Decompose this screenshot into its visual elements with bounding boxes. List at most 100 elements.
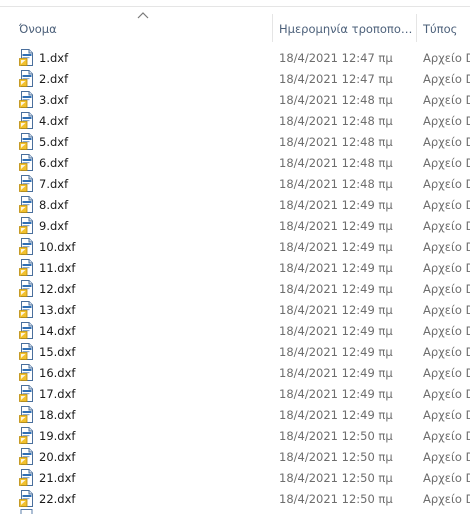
dxf-file-icon xyxy=(19,427,33,444)
dxf-file-icon xyxy=(19,154,33,171)
dxf-file-icon xyxy=(19,133,33,150)
file-row[interactable]: 14.dxf 18/4/2021 12:49 πμ Αρχείο D xyxy=(0,321,470,342)
file-type: Αρχείο D xyxy=(423,219,470,233)
file-name: 15.dxf xyxy=(39,345,76,359)
file-date-modified: 18/4/2021 12:50 πμ xyxy=(279,492,393,506)
file-date-modified: 18/4/2021 12:49 πμ xyxy=(279,387,393,401)
file-row[interactable]: 2.dxf 18/4/2021 12:47 πμ Αρχείο D xyxy=(0,69,470,90)
file-row[interactable]: 17.dxf 18/4/2021 12:49 πμ Αρχείο D xyxy=(0,384,470,405)
file-row[interactable]: 10.dxf 18/4/2021 12:49 πμ Αρχείο D xyxy=(0,237,470,258)
file-name: 21.dxf xyxy=(39,471,76,485)
file-date-modified: 18/4/2021 12:49 πμ xyxy=(279,282,393,296)
file-name: 5.dxf xyxy=(39,135,69,149)
file-row[interactable]: 20.dxf 18/4/2021 12:50 πμ Αρχείο D xyxy=(0,447,470,468)
column-header-date-modified[interactable]: Ημερομηνία τροποποί... xyxy=(279,14,413,42)
file-type: Αρχείο D xyxy=(423,345,470,359)
file-name: 10.dxf xyxy=(39,240,76,254)
file-row[interactable]: 7.dxf 18/4/2021 12:48 πμ Αρχείο D xyxy=(0,174,470,195)
dxf-file-icon xyxy=(19,343,33,360)
file-name: 16.dxf xyxy=(39,366,76,380)
dxf-file-icon xyxy=(19,175,33,192)
file-type: Αρχείο D xyxy=(423,492,470,506)
file-row[interactable]: 18.dxf 18/4/2021 12:49 πμ Αρχείο D xyxy=(0,405,470,426)
column-header-name[interactable]: Όνομα xyxy=(19,14,269,42)
file-type: Αρχείο D xyxy=(423,114,470,128)
file-type: Αρχείο D xyxy=(423,198,470,212)
file-type: Αρχείο D xyxy=(423,177,470,191)
file-row[interactable]: 5.dxf 18/4/2021 12:48 πμ Αρχείο D xyxy=(0,132,470,153)
file-name: 20.dxf xyxy=(39,450,76,464)
file-date-modified: 18/4/2021 12:50 πμ xyxy=(279,429,393,443)
column-header-type[interactable]: Τύπος xyxy=(423,14,470,42)
dxf-file-icon xyxy=(19,280,33,297)
dxf-file-icon xyxy=(19,49,33,66)
file-row[interactable]: 21.dxf 18/4/2021 12:50 πμ Αρχείο D xyxy=(0,468,470,489)
dxf-file-icon xyxy=(19,196,33,213)
dxf-file-icon xyxy=(19,448,33,465)
file-row[interactable]: 3.dxf 18/4/2021 12:48 πμ Αρχείο D xyxy=(0,90,470,111)
file-type: Αρχείο D xyxy=(423,261,470,275)
top-divider xyxy=(0,6,470,7)
file-date-modified: 18/4/2021 12:49 πμ xyxy=(279,366,393,380)
file-row[interactable]: 8.dxf 18/4/2021 12:49 πμ Αρχείο D xyxy=(0,195,470,216)
file-type: Αρχείο D xyxy=(423,450,470,464)
file-row[interactable]: 22.dxf 18/4/2021 12:50 πμ Αρχείο D xyxy=(0,489,470,510)
file-row[interactable]: 15.dxf 18/4/2021 12:49 πμ Αρχείο D xyxy=(0,342,470,363)
column-divider[interactable] xyxy=(416,14,417,42)
file-date-modified: 18/4/2021 12:47 πμ xyxy=(279,72,393,86)
dxf-file-icon xyxy=(19,91,33,108)
file-row[interactable]: 6.dxf 18/4/2021 12:48 πμ Αρχείο D xyxy=(0,153,470,174)
file-type: Αρχείο D xyxy=(423,93,470,107)
dxf-file-icon xyxy=(19,259,33,276)
file-type: Αρχείο D xyxy=(423,387,470,401)
dxf-file-icon xyxy=(19,385,33,402)
file-name: 18.dxf xyxy=(39,408,76,422)
dxf-file-icon xyxy=(19,112,33,129)
file-date-modified: 18/4/2021 12:50 πμ xyxy=(279,450,393,464)
file-date-modified: 18/4/2021 12:49 πμ xyxy=(279,345,393,359)
file-list: 1.dxf 18/4/2021 12:47 πμ Αρχείο D 2.dxf … xyxy=(0,48,470,510)
column-divider[interactable] xyxy=(272,14,273,42)
file-name: 6.dxf xyxy=(39,156,69,170)
file-name: 3.dxf xyxy=(39,93,69,107)
file-name: 9.dxf xyxy=(39,219,69,233)
file-name: 8.dxf xyxy=(39,198,69,212)
file-date-modified: 18/4/2021 12:49 πμ xyxy=(279,198,393,212)
file-row[interactable]: 11.dxf 18/4/2021 12:49 πμ Αρχείο D xyxy=(0,258,470,279)
dxf-file-icon xyxy=(19,406,33,423)
file-row[interactable]: 13.dxf 18/4/2021 12:49 πμ Αρχείο D xyxy=(0,300,470,321)
dxf-file-icon xyxy=(19,490,33,507)
file-date-modified: 18/4/2021 12:49 πμ xyxy=(279,324,393,338)
file-date-modified: 18/4/2021 12:48 πμ xyxy=(279,93,393,107)
file-date-modified: 18/4/2021 12:48 πμ xyxy=(279,177,393,191)
file-name: 19.dxf xyxy=(39,429,76,443)
file-name: 7.dxf xyxy=(39,177,69,191)
file-name: 4.dxf xyxy=(39,114,69,128)
file-type: Αρχείο D xyxy=(423,324,470,338)
file-explorer-details-view: Όνομα Ημερομηνία τροποποί... Τύπος 1.dxf… xyxy=(0,0,470,514)
dxf-file-icon xyxy=(19,217,33,234)
file-row[interactable]: 9.dxf 18/4/2021 12:49 πμ Αρχείο D xyxy=(0,216,470,237)
file-name: 1.dxf xyxy=(39,51,69,65)
file-row[interactable]: 19.dxf 18/4/2021 12:50 πμ Αρχείο D xyxy=(0,426,470,447)
file-row[interactable]: 4.dxf 18/4/2021 12:48 πμ Αρχείο D xyxy=(0,111,470,132)
file-row[interactable]: 16.dxf 18/4/2021 12:49 πμ Αρχείο D xyxy=(0,363,470,384)
file-name: 13.dxf xyxy=(39,303,76,317)
file-name: 11.dxf xyxy=(39,261,76,275)
file-name: 17.dxf xyxy=(39,387,76,401)
file-type: Αρχείο D xyxy=(423,429,470,443)
file-name: 2.dxf xyxy=(39,72,69,86)
file-type: Αρχείο D xyxy=(423,51,470,65)
file-row[interactable]: 12.dxf 18/4/2021 12:49 πμ Αρχείο D xyxy=(0,279,470,300)
partial-file-icon xyxy=(19,509,35,514)
dxf-file-icon xyxy=(19,238,33,255)
file-date-modified: 18/4/2021 12:49 πμ xyxy=(279,408,393,422)
dxf-file-icon xyxy=(19,364,33,381)
file-date-modified: 18/4/2021 12:49 πμ xyxy=(279,303,393,317)
file-name: 14.dxf xyxy=(39,324,76,338)
dxf-file-icon xyxy=(19,301,33,318)
dxf-file-icon xyxy=(19,322,33,339)
file-row[interactable]: 1.dxf 18/4/2021 12:47 πμ Αρχείο D xyxy=(0,48,470,69)
file-name: 12.dxf xyxy=(39,282,76,296)
file-type: Αρχείο D xyxy=(423,408,470,422)
